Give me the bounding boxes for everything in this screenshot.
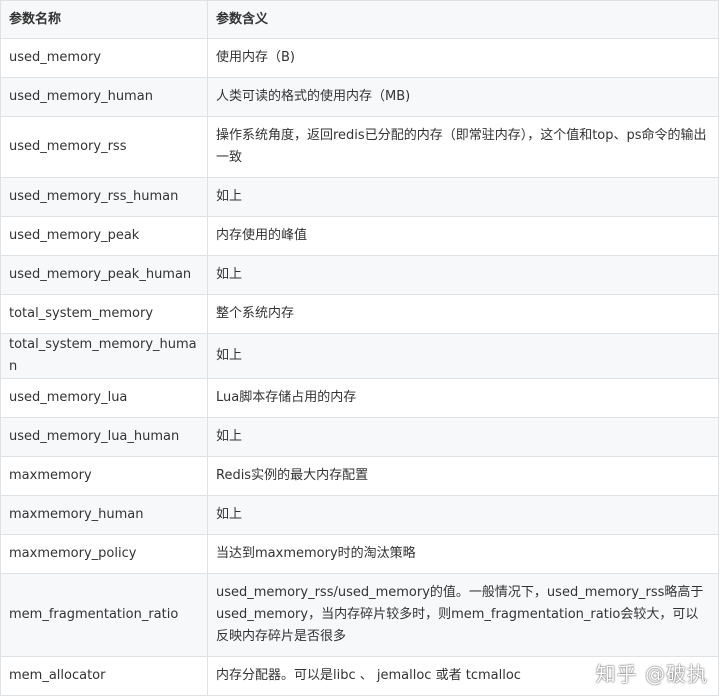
table-row: total_system_memory 整个系统内存: [0, 294, 719, 334]
param-name: used_memory_lua: [0, 378, 208, 418]
table-row: used_memory_rss 操作系统角度，返回redis已分配的内存（即常驻…: [0, 116, 719, 178]
param-name: maxmemory_policy: [0, 534, 208, 574]
header-param-meaning: 参数含义: [207, 0, 719, 39]
param-name: mem_fragmentation_ratio: [0, 573, 208, 657]
table-row: used_memory_peak 内存使用的峰值: [0, 216, 719, 256]
param-meaning: 如上: [207, 255, 719, 295]
table-row: maxmemory_policy 当达到maxmemory时的淘汰策略: [0, 534, 719, 574]
param-name: used_memory_peak: [0, 216, 208, 256]
header-param-name: 参数名称: [0, 0, 208, 39]
zhihu-watermark: 知乎 @破执: [595, 662, 708, 686]
param-meaning: 如上: [207, 495, 719, 535]
param-meaning: Lua脚本存储占用的内存: [207, 378, 719, 418]
param-meaning: 当达到maxmemory时的淘汰策略: [207, 534, 719, 574]
param-name: used_memory_human: [0, 77, 208, 117]
param-meaning: 操作系统角度，返回redis已分配的内存（即常驻内存），这个值和top、ps命令…: [207, 116, 719, 178]
param-name: total_system_memory_human: [0, 333, 208, 379]
param-name: used_memory_rss: [0, 116, 208, 178]
table-row: used_memory_lua Lua脚本存储占用的内存: [0, 378, 719, 418]
param-meaning: 使用内存（B): [207, 38, 719, 78]
param-meaning: 如上: [207, 333, 719, 379]
param-name: mem_allocator: [0, 656, 208, 696]
param-name: used_memory_lua_human: [0, 417, 208, 457]
table-row: used_memory_human 人类可读的格式的使用内存（MB): [0, 77, 719, 117]
param-meaning: Redis实例的最大内存配置: [207, 456, 719, 496]
table-row: used_memory 使用内存（B): [0, 38, 719, 78]
table-header-row: 参数名称 参数含义: [0, 0, 719, 39]
param-meaning: 如上: [207, 177, 719, 217]
param-meaning: 人类可读的格式的使用内存（MB): [207, 77, 719, 117]
parameter-table: 参数名称 参数含义 used_memory 使用内存（B) used_memor…: [0, 0, 719, 696]
table-row: total_system_memory_human 如上: [0, 333, 719, 379]
table-row: used_memory_rss_human 如上: [0, 177, 719, 217]
param-name: used_memory_peak_human: [0, 255, 208, 295]
table-row: mem_fragmentation_ratio used_memory_rss/…: [0, 573, 719, 657]
param-meaning: used_memory_rss/used_memory的值。一般情况下，used…: [207, 573, 719, 657]
param-name: maxmemory_human: [0, 495, 208, 535]
table-row: used_memory_peak_human 如上: [0, 255, 719, 295]
param-meaning: 如上: [207, 417, 719, 457]
table-row: maxmemory_human 如上: [0, 495, 719, 535]
table-row: maxmemory Redis实例的最大内存配置: [0, 456, 719, 496]
param-name: maxmemory: [0, 456, 208, 496]
param-meaning: 内存使用的峰值: [207, 216, 719, 256]
param-name: used_memory: [0, 38, 208, 78]
param-name: used_memory_rss_human: [0, 177, 208, 217]
param-meaning: 整个系统内存: [207, 294, 719, 334]
param-name: total_system_memory: [0, 294, 208, 334]
table-row: used_memory_lua_human 如上: [0, 417, 719, 457]
